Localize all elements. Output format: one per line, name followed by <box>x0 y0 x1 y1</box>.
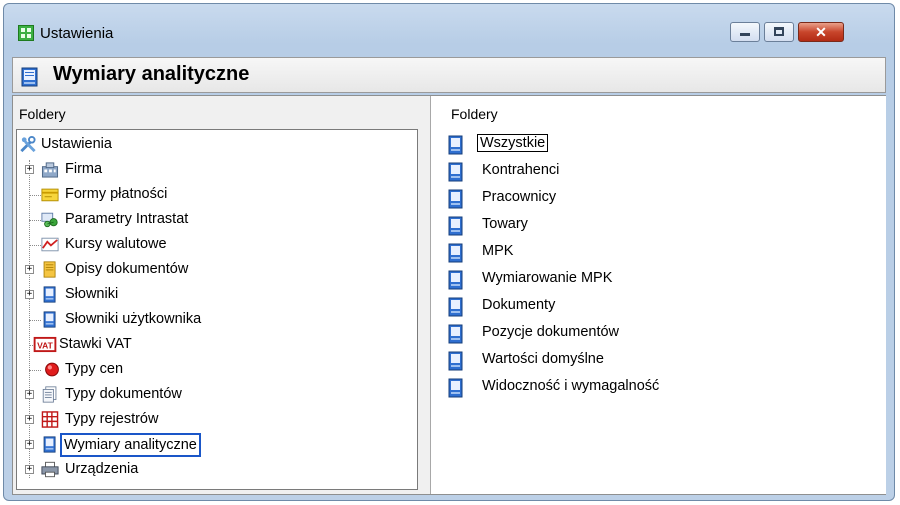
chart-icon <box>41 237 59 252</box>
tree-item-label: Parametry Intrastat <box>65 211 189 227</box>
expand-icon[interactable]: + <box>25 390 34 399</box>
grid-icon <box>41 411 59 428</box>
expand-icon[interactable]: + <box>25 290 34 299</box>
tree-item-label: Urządzenia <box>65 461 139 477</box>
book-icon <box>448 351 463 371</box>
tree-item-parametry-intrastat[interactable]: Parametry Intrastat <box>25 208 405 232</box>
tree-item-label: Opisy dokumentów <box>65 261 189 277</box>
network-icon <box>41 212 58 228</box>
window-title: Ustawienia <box>40 25 114 42</box>
book-icon <box>448 270 463 290</box>
tree-item-label: Wymiary analityczne <box>60 433 201 457</box>
book-icon <box>43 436 56 453</box>
maximize-button[interactable] <box>764 22 794 42</box>
close-icon: ✕ <box>815 24 827 40</box>
list-item-label: Wymiarowanie MPK <box>482 270 613 286</box>
book-icon <box>448 135 463 155</box>
tree-item-opisy-dokumentow[interactable]: + Opisy dokumentów <box>25 258 405 282</box>
tree-item-stawki-vat[interactable]: VAT Stawki VAT <box>25 333 405 357</box>
tree-item-slowniki-uzytkownika[interactable]: Słowniki użytkownika <box>25 308 405 332</box>
tree-item-label: Typy cen <box>65 361 124 377</box>
page-title: Wymiary analityczne <box>53 63 250 85</box>
tree-item-label: Słowniki użytkownika <box>65 311 202 327</box>
close-button[interactable]: ✕ <box>798 22 844 42</box>
expand-icon[interactable]: + <box>25 415 34 424</box>
book-icon <box>448 378 463 398</box>
book-icon <box>43 286 56 303</box>
book-icon <box>448 216 463 236</box>
tree-item-kursy-walutowe[interactable]: Kursy walutowe <box>25 233 405 257</box>
list-item-label: Dokumenty <box>482 297 556 313</box>
tree-item-label: Typy dokumentów <box>65 386 182 402</box>
tree-item-typy-cen[interactable]: Typy cen <box>25 358 405 382</box>
tree-item-wymiary-analityczne[interactable]: + Wymiary analityczne <box>25 433 405 457</box>
tree-item-typy-dokumentow[interactable]: + Typy dokumentów <box>25 383 405 407</box>
tree-item-label: Firma <box>65 161 103 177</box>
book-icon <box>448 324 463 344</box>
book-icon <box>448 189 463 209</box>
expand-icon[interactable]: + <box>25 465 34 474</box>
tree-item-slowniki[interactable]: + Słowniki <box>25 283 405 307</box>
document-icon <box>43 261 56 278</box>
book-icon <box>43 311 56 328</box>
expand-icon[interactable]: + <box>25 440 34 449</box>
title-bar[interactable]: Ustawienia ✕ <box>4 4 894 54</box>
tree-item-urzadzenia[interactable]: + Urządzenia <box>25 458 405 482</box>
book-icon <box>448 162 463 182</box>
wallet-icon <box>41 188 59 202</box>
app-icon <box>18 25 34 41</box>
building-icon <box>41 162 59 178</box>
folder-list-panel: Foldery Wszystkie Kontrahenci Pracownicy… <box>430 96 886 494</box>
book-icon <box>21 67 38 87</box>
maximize-icon <box>774 27 784 36</box>
tree-item-label: Słowniki <box>65 286 119 302</box>
documents-icon <box>42 386 57 403</box>
settings-window: Ustawienia ✕ Wymiary analityczne Foldery <box>3 3 895 501</box>
expand-icon[interactable]: + <box>25 265 34 274</box>
tree-item-firma[interactable]: + Firma <box>25 158 405 182</box>
expand-icon[interactable]: + <box>25 165 34 174</box>
list-item-label: Kontrahenci <box>482 162 560 178</box>
left-panel-label: Foldery <box>19 106 66 122</box>
tree-item-label: Kursy walutowe <box>65 236 167 252</box>
minimize-button[interactable] <box>730 22 760 42</box>
tree-item-label: Stawki VAT <box>59 336 132 352</box>
tree-item-label: Typy rejestrów <box>65 411 159 427</box>
tree-item-label: Formy płatności <box>65 186 168 202</box>
minimize-icon <box>740 33 750 36</box>
tree-item-label: Ustawienia <box>41 136 112 152</box>
list-item-label: Wszystkie <box>477 134 549 152</box>
tree-item-formy-platnosci[interactable]: Formy płatności <box>25 183 405 207</box>
vat-icon: VAT <box>33 336 57 353</box>
red-dot-icon <box>45 362 59 377</box>
list-item-label: Widoczność i wymagalność <box>482 378 660 394</box>
tree-item-typy-rejestrow[interactable]: + Typy rejestrów <box>25 408 405 432</box>
list-item-label: Towary <box>482 216 528 232</box>
printer-icon <box>41 461 59 478</box>
page-header: Wymiary analityczne <box>12 57 886 93</box>
folder-tree[interactable]: Ustawienia + Firma Formy płatności Param… <box>16 129 418 490</box>
right-panel-label: Foldery <box>451 106 498 122</box>
book-icon <box>448 297 463 317</box>
list-item-label: Wartości domyślne <box>482 351 604 367</box>
tools-icon <box>20 136 36 153</box>
content-area: Foldery Ustawienia + Firma Formy płatnoś… <box>12 95 886 495</box>
vat-badge-text: VAT <box>37 340 54 350</box>
list-item-label: Pracownicy <box>482 189 557 205</box>
list-item-label: MPK <box>482 243 514 259</box>
tree-item-ustawienia[interactable]: Ustawienia <box>19 133 399 157</box>
book-icon <box>448 243 463 263</box>
list-item-label: Pozycje dokumentów <box>482 324 620 340</box>
